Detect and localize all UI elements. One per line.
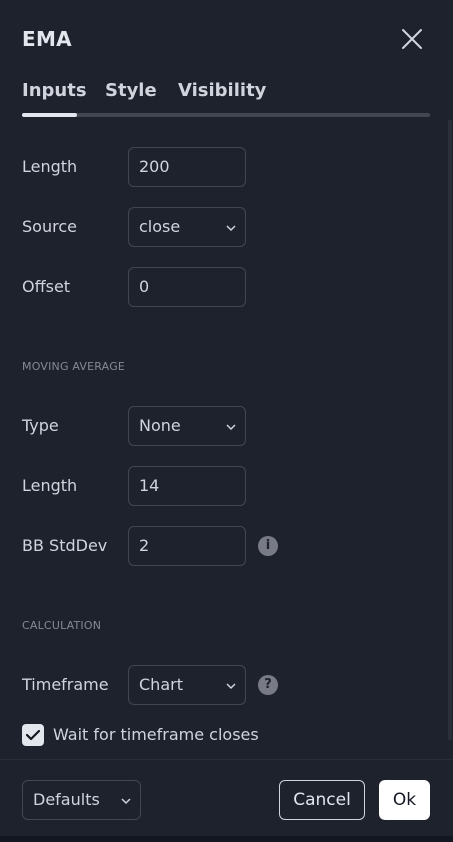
offset-label: Offset (22, 277, 71, 296)
defaults-dropdown[interactable]: Defaults (22, 780, 141, 820)
tab-track (22, 113, 430, 117)
check-icon (25, 729, 41, 741)
ma-type-select[interactable]: None (128, 406, 246, 446)
offset-input[interactable]: 0 (128, 267, 246, 307)
tab-bar: Inputs Style Visibility (22, 80, 430, 120)
tab-style[interactable]: Style (105, 80, 157, 101)
timeframe-value: Chart (139, 675, 183, 694)
source-label: Source (22, 217, 77, 236)
chevron-down-icon (226, 225, 236, 232)
ma-length-input[interactable]: 14 (128, 466, 246, 506)
wait-for-close-label: Wait for timeframe closes (53, 725, 259, 744)
bottom-edge (0, 836, 453, 842)
timeframe-select[interactable]: Chart (128, 665, 246, 705)
wait-for-close-checkbox[interactable] (22, 724, 44, 746)
source-value: close (139, 217, 181, 236)
section-moving-average: MOVING AVERAGE (22, 360, 126, 373)
chevron-down-icon (226, 683, 236, 690)
help-icon[interactable]: ? (258, 675, 278, 695)
tab-active-indicator (22, 113, 77, 117)
tab-inputs[interactable]: Inputs (22, 80, 87, 101)
timeframe-label: Timeframe (22, 675, 109, 694)
close-icon[interactable] (400, 27, 424, 51)
ma-type-value: None (139, 416, 181, 435)
ma-length-label: Length (22, 476, 78, 495)
source-select[interactable]: close (128, 207, 246, 247)
cancel-button[interactable]: Cancel (279, 780, 365, 820)
length-input[interactable]: 200 (128, 147, 246, 187)
defaults-label: Defaults (33, 790, 100, 809)
tab-visibility[interactable]: Visibility (178, 80, 266, 101)
section-calculation: CALCULATION (22, 619, 102, 632)
indicator-settings-dialog: EMA Inputs Style Visibility Length 200 S… (0, 0, 453, 842)
length-label: Length (22, 157, 78, 176)
bb-stddev-input[interactable]: 2 (128, 526, 246, 566)
scrollbar[interactable] (448, 120, 452, 740)
bb-stddev-label: BB StdDev (22, 536, 108, 555)
chevron-down-icon (121, 798, 131, 805)
ok-button[interactable]: Ok (379, 780, 430, 820)
chevron-down-icon (226, 424, 236, 431)
footer-divider (0, 759, 453, 760)
dialog-title: EMA (22, 27, 72, 51)
info-icon[interactable]: i (258, 536, 278, 556)
type-label: Type (22, 416, 59, 435)
